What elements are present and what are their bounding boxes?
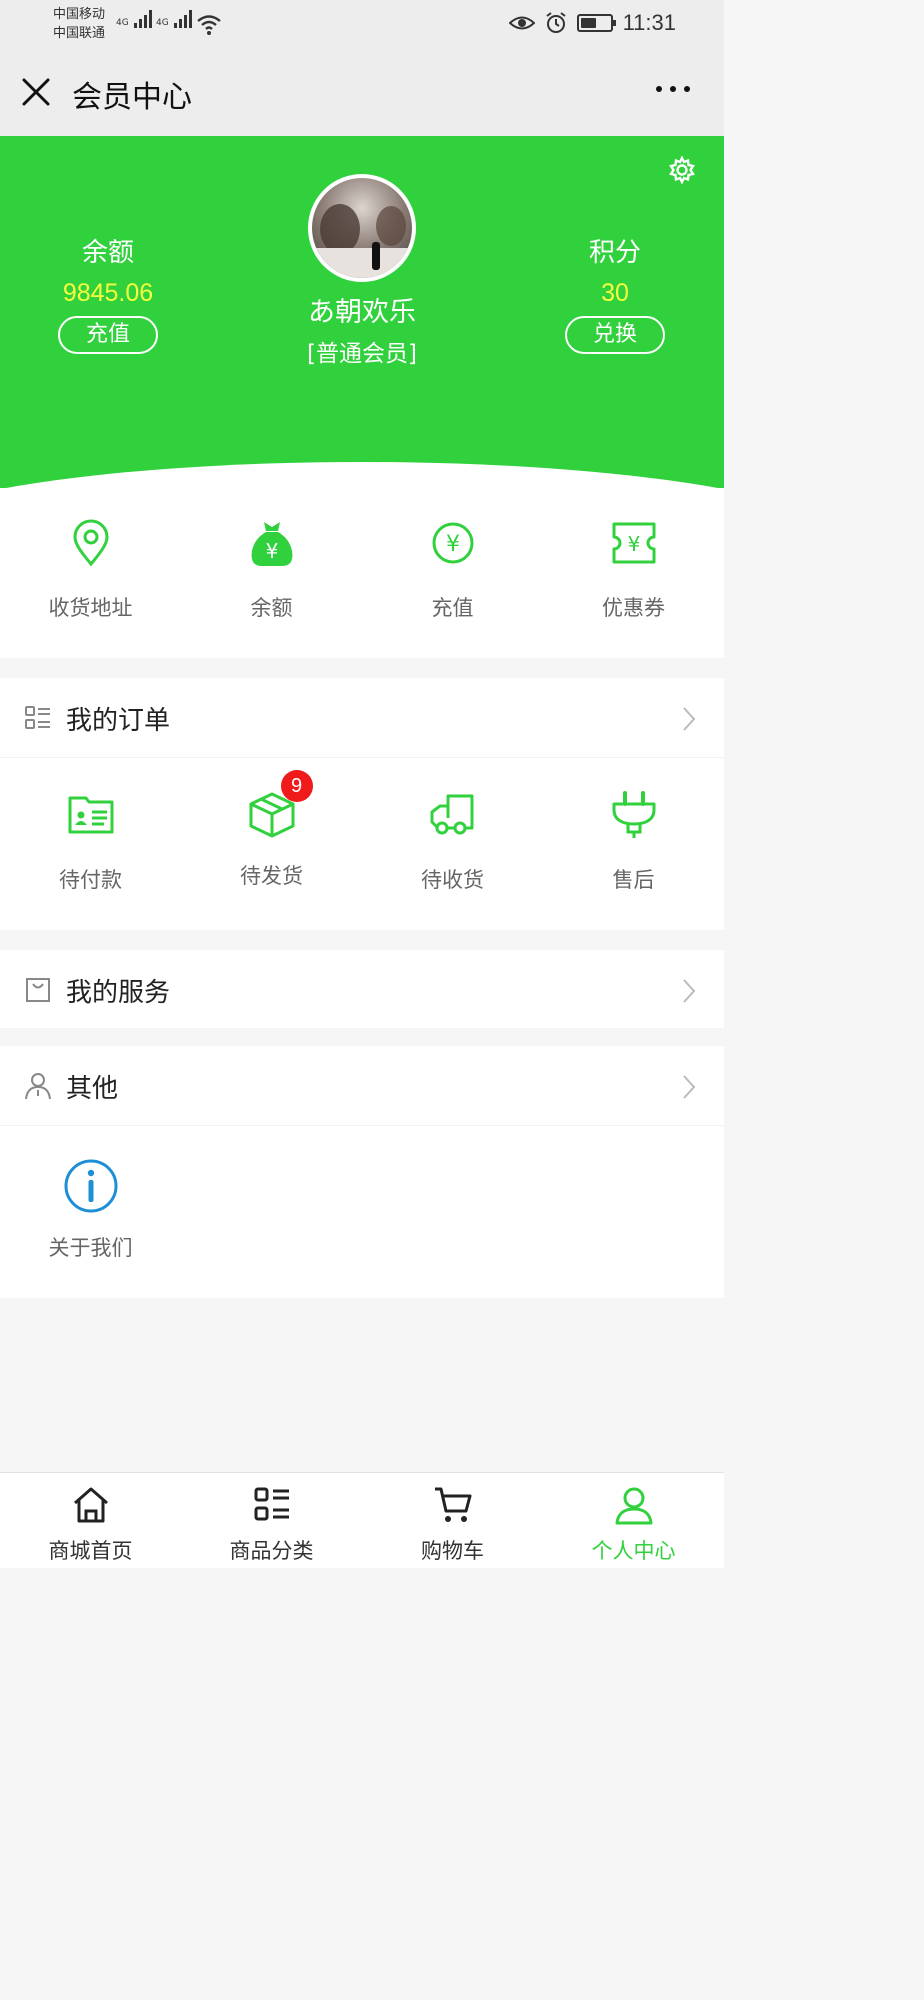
clock: 11:31 xyxy=(622,10,676,35)
tab-cart[interactable]: 购物车 xyxy=(362,1485,543,1565)
tab-categories[interactable]: 商品分类 xyxy=(181,1485,362,1565)
alarm-icon xyxy=(545,12,566,33)
other-section: 其他 关于我们 xyxy=(0,1046,724,1298)
quick-item-address[interactable]: 收货地址 xyxy=(0,518,181,622)
info-circle-icon xyxy=(64,1159,117,1213)
order-pending-payment[interactable]: 待付款 xyxy=(0,790,181,894)
order-after-sales[interactable]: 售后 xyxy=(543,790,724,894)
order-pending-shipment[interactable]: 9 待发货 xyxy=(181,770,362,890)
category-list-icon xyxy=(254,1487,289,1521)
status-right: 11:31 xyxy=(508,10,676,36)
quick-item-recharge[interactable]: ¥ 充值 xyxy=(362,518,543,622)
quick-item-label: 优惠券 xyxy=(602,596,665,620)
svg-text:¥: ¥ xyxy=(265,539,278,563)
tab-label: 商品分类 xyxy=(229,1539,314,1563)
yen-circle-icon: ¥ xyxy=(432,522,473,564)
quick-actions: 收货地址 ¥ 余额 ¥ 充值 ¥ 优惠券 xyxy=(0,488,724,658)
order-list-icon xyxy=(25,706,50,729)
quick-item-label: 收货地址 xyxy=(48,596,133,620)
svg-text:¥: ¥ xyxy=(627,532,640,556)
page-title: 会员中心 xyxy=(72,80,192,115)
quick-item-balance[interactable]: ¥ 余额 xyxy=(181,518,362,622)
tab-label: 个人中心 xyxy=(591,1539,676,1563)
order-item-label: 待收货 xyxy=(421,868,484,892)
tab-home[interactable]: 商城首页 xyxy=(0,1485,181,1565)
services-section[interactable]: 我的服务 xyxy=(0,950,724,1028)
wallet-card-icon xyxy=(68,796,113,834)
nav-bar: 会员中心 xyxy=(0,48,724,136)
money-bag-icon: ¥ xyxy=(251,522,292,566)
signal-2-icon: 4G xyxy=(156,10,192,28)
member-level: [普通会员] xyxy=(307,341,417,367)
username: あ朝欢乐 xyxy=(308,297,416,328)
eye-icon xyxy=(508,16,535,30)
balance-value: 9845.06 xyxy=(62,279,154,307)
cart-icon xyxy=(434,1487,471,1522)
exchange-button[interactable]: 兑换 xyxy=(565,316,665,354)
net-type-1: 4G xyxy=(116,18,129,28)
tab-bar: 商城首页 商品分类 购物车 个人中心 xyxy=(0,1472,724,1568)
chevron-right-icon xyxy=(683,979,696,1003)
orders-section: 我的订单 待付款 9 待发货 待收货 售后 xyxy=(0,678,724,930)
order-pending-receipt[interactable]: 待收货 xyxy=(362,790,543,894)
chevron-right-icon xyxy=(683,707,696,731)
services-title: 我的服务 xyxy=(66,978,171,1008)
coupon-icon: ¥ xyxy=(612,522,655,564)
chevron-right-icon xyxy=(683,1075,696,1099)
quick-item-coupon[interactable]: ¥ 优惠券 xyxy=(543,518,724,622)
order-item-label: 待发货 xyxy=(240,864,303,888)
settings-gear-icon[interactable] xyxy=(668,156,696,184)
recharge-button[interactable]: 充值 xyxy=(58,316,158,354)
tab-label: 购物车 xyxy=(421,1539,484,1563)
close-icon[interactable] xyxy=(20,76,52,108)
home-icon xyxy=(73,1487,108,1523)
member-header: 余额 9845.06 充值 あ朝欢乐 [普通会员] 积分 30 兑换 xyxy=(0,136,724,488)
user-icon xyxy=(615,1487,652,1525)
signal-1-icon: 4G xyxy=(116,10,152,28)
orders-title: 我的订单 xyxy=(66,706,171,736)
header-curve xyxy=(0,462,724,488)
carrier-2: 中国联通 xyxy=(53,26,106,41)
plug-icon xyxy=(612,791,655,838)
orders-header[interactable]: 我的订单 xyxy=(0,678,724,758)
points-stat: 积分 30 兑换 xyxy=(535,232,695,354)
carrier-names: 中国移动 中国联通 xyxy=(53,5,105,43)
avatar[interactable] xyxy=(308,174,416,282)
shopping-bag-icon xyxy=(26,978,50,1002)
pending-shipment-badge: 9 xyxy=(280,770,313,802)
points-value: 30 xyxy=(601,279,629,307)
truck-icon xyxy=(430,794,473,835)
about-us-label: 关于我们 xyxy=(48,1236,133,1260)
location-pin-icon xyxy=(72,519,109,567)
more-menu-icon[interactable] xyxy=(656,86,690,92)
order-item-label: 售后 xyxy=(612,868,655,892)
other-header[interactable]: 其他 xyxy=(0,1046,724,1126)
tab-profile[interactable]: 个人中心 xyxy=(543,1485,724,1565)
net-type-2: 4G xyxy=(156,18,169,28)
balance-label: 余额 xyxy=(81,238,134,268)
about-us-item[interactable]: 关于我们 xyxy=(0,1158,181,1262)
person-outline-icon xyxy=(25,1073,51,1100)
quick-item-label: 充值 xyxy=(431,596,474,620)
tab-label: 商城首页 xyxy=(48,1539,133,1563)
other-title: 其他 xyxy=(66,1074,119,1104)
battery-icon xyxy=(576,14,616,32)
points-label: 积分 xyxy=(588,238,641,268)
wifi-icon xyxy=(197,15,221,35)
balance-stat: 余额 9845.06 充值 xyxy=(28,232,188,354)
carrier-1: 中国移动 xyxy=(53,7,106,22)
svg-text:¥: ¥ xyxy=(446,532,460,557)
services-header[interactable]: 我的服务 xyxy=(0,950,724,1030)
quick-item-label: 余额 xyxy=(250,596,293,620)
status-bar: 中国移动 中国联通 4G 4G 11:31 xyxy=(0,0,724,48)
order-item-label: 待付款 xyxy=(59,868,122,892)
